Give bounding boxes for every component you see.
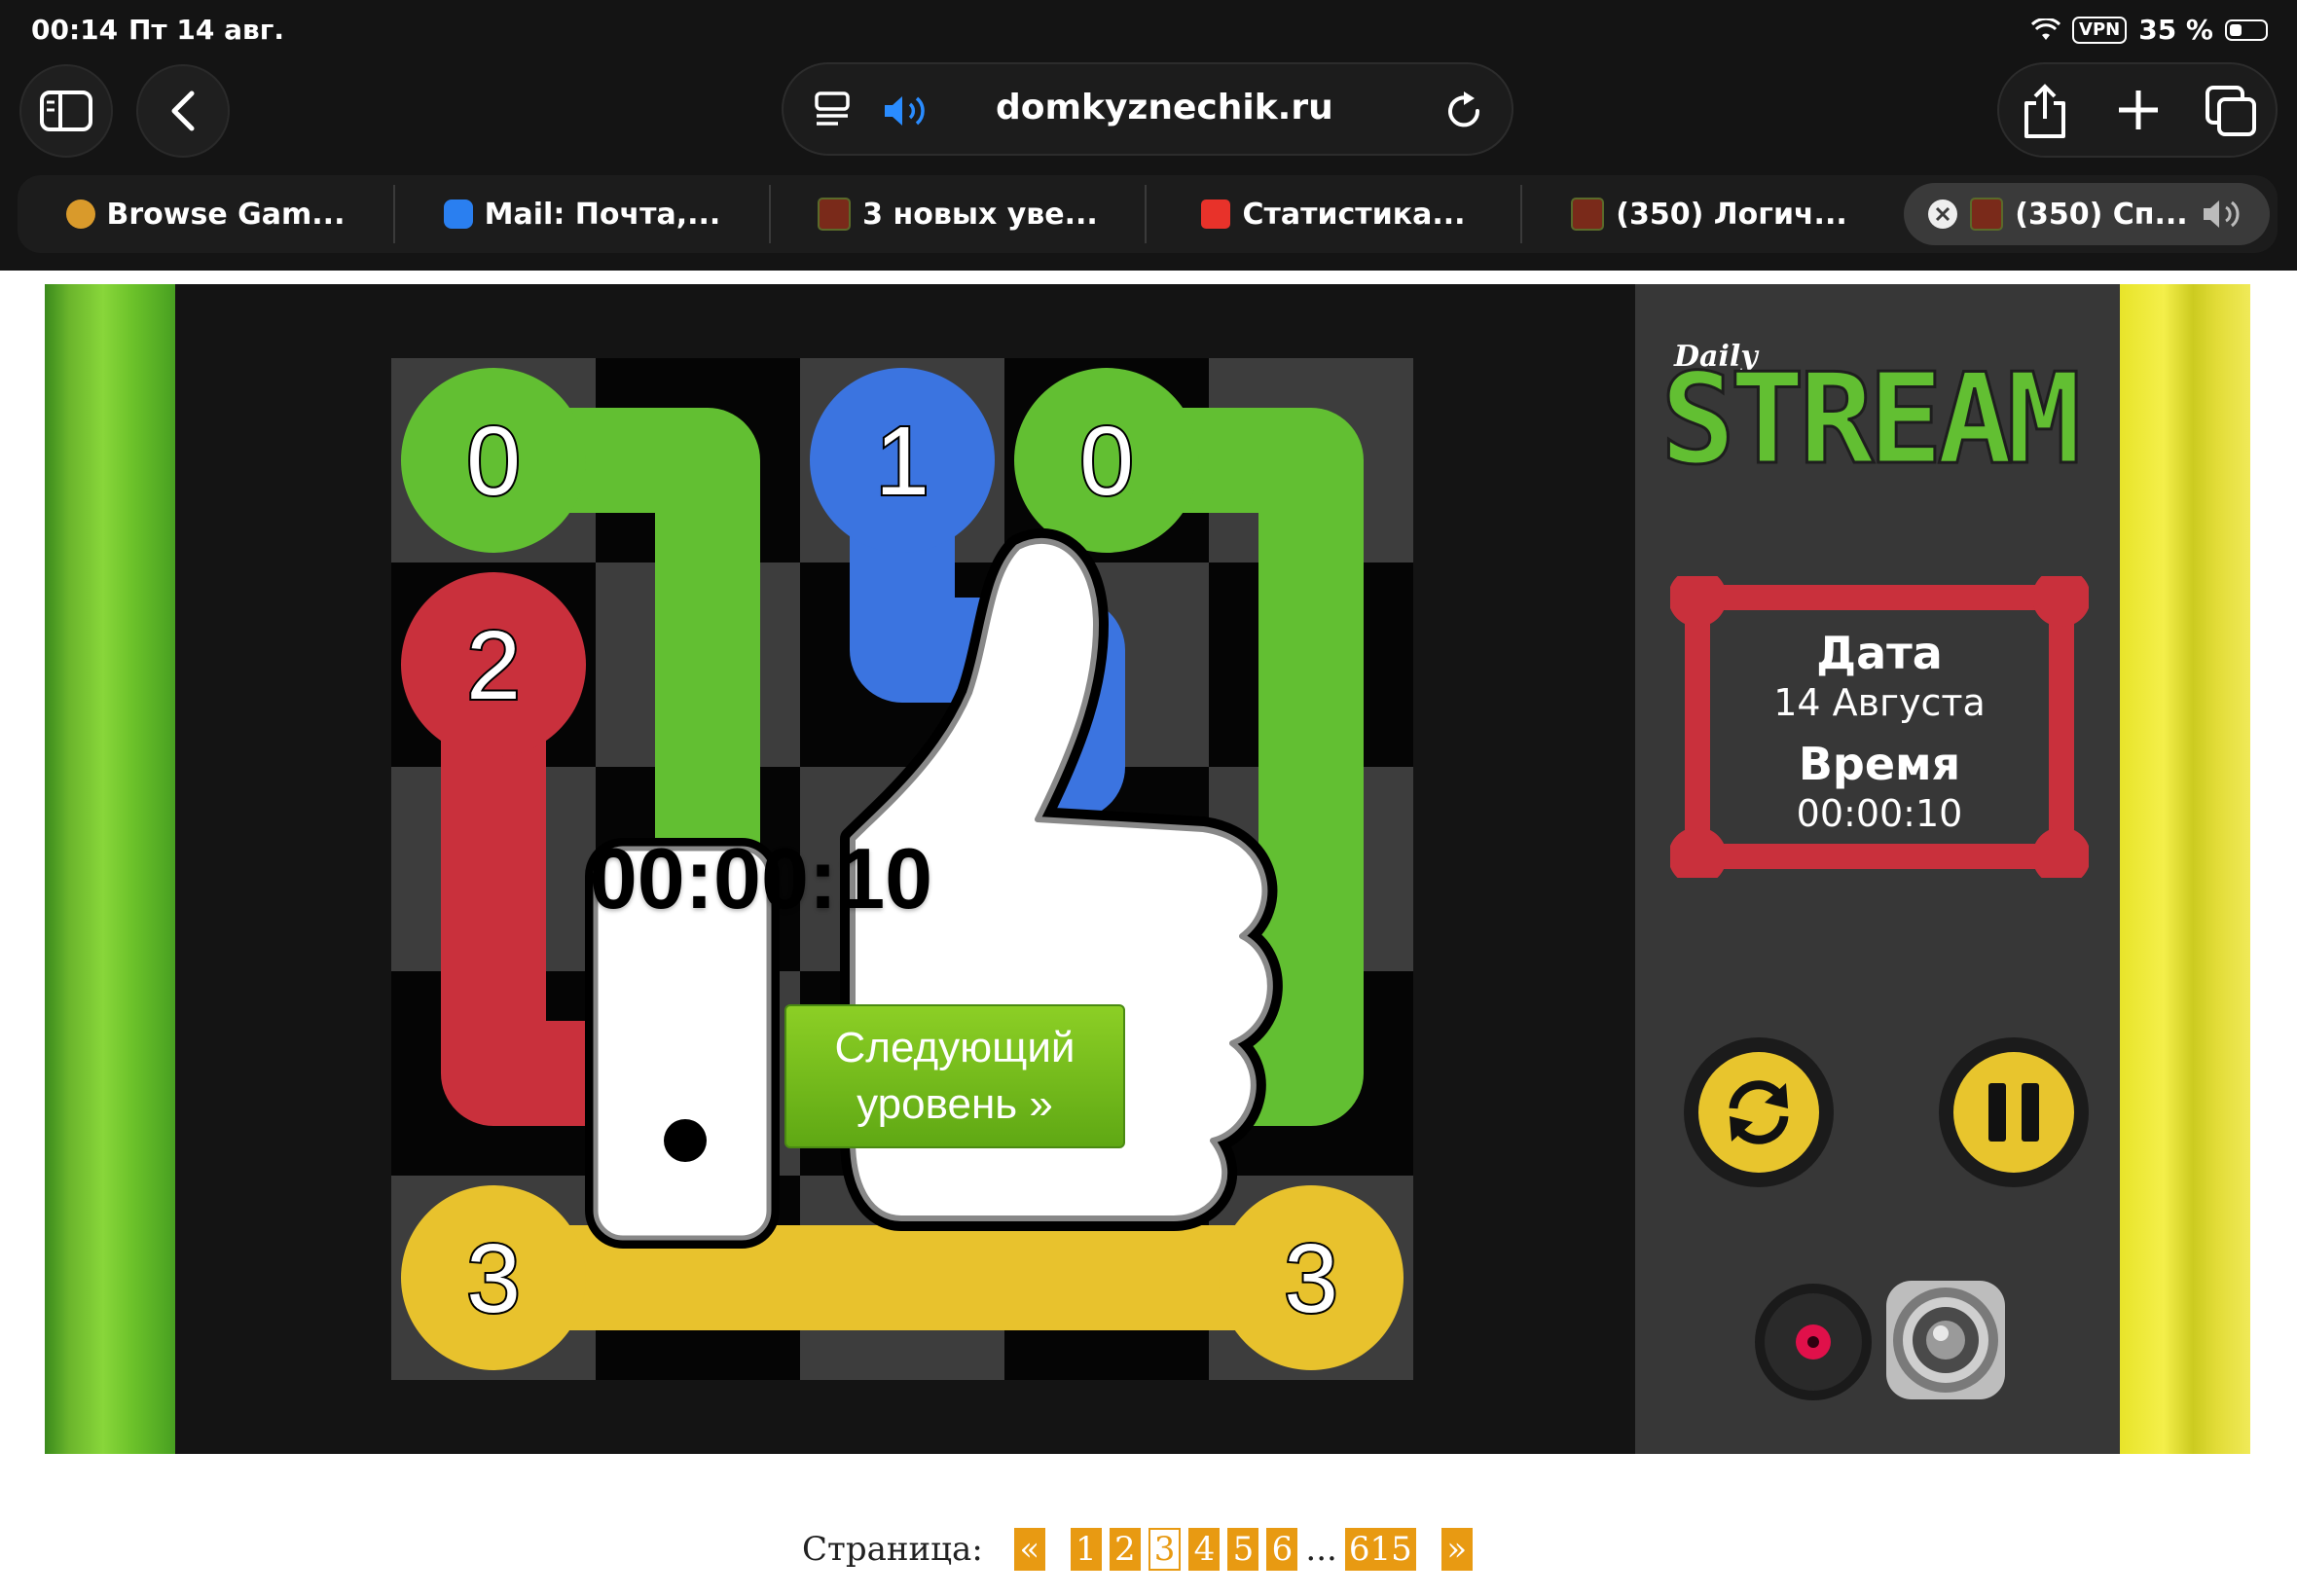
endpoint-label: 0 (466, 407, 521, 516)
reader-icon[interactable] (813, 90, 852, 128)
next-level-label-1: Следующий (834, 1024, 1076, 1071)
pagination-ellipsis: ... (1305, 1530, 1337, 1569)
page-link-5[interactable]: 5 (1227, 1528, 1259, 1571)
tab-favicon (65, 200, 95, 229)
tab-label: Mail: Почта,... (484, 197, 721, 232)
tab-label: Browse Gam... (106, 197, 346, 232)
tab-favicon (818, 198, 852, 231)
close-tab-icon[interactable] (1927, 199, 1958, 230)
endpoint-label: 2 (466, 611, 521, 720)
page-current-3: 3 (1148, 1528, 1182, 1571)
pagination-next[interactable]: » (1440, 1528, 1473, 1571)
date-label: Дата (1816, 627, 1943, 679)
page-link-6[interactable]: 6 (1266, 1528, 1298, 1571)
restart-button[interactable] (1684, 1037, 1834, 1187)
time-label: Время (1798, 738, 1961, 790)
battery-percent: 35 % (2138, 14, 2213, 46)
speaker-playing-icon[interactable] (881, 91, 931, 130)
tab-label: 3 новых уве... (862, 197, 1098, 232)
restart-button-face (1698, 1052, 1819, 1173)
logo-big-text: STREAM (1660, 347, 2076, 487)
tab-label: (350) Логич... (1616, 197, 1847, 232)
chevron-left-icon (171, 91, 195, 131)
page-link-last[interactable]: 615 (1344, 1528, 1416, 1571)
wifi-icon (2031, 18, 2061, 40)
tab-notifications[interactable]: 3 новых уве... (771, 175, 1145, 253)
tab-label: (350) Сп... (2015, 197, 2188, 232)
date-value: 14 Августа (1773, 681, 1986, 724)
browser-chrome: 00:14 Пт 14 авг. VPN 35 % domkyznechik.r… (0, 0, 2297, 271)
endpoint-label: 0 (1079, 407, 1134, 516)
status-time: 00:14 (31, 14, 119, 46)
battery-icon (2225, 18, 2268, 41)
tab-browse-games[interactable]: Browse Gam... (18, 175, 393, 253)
sidebar-icon (40, 91, 92, 131)
tab-logic-games[interactable]: (350) Логич... (1522, 175, 1896, 253)
tab-favicon (1571, 198, 1605, 231)
tab-bar: Browse Gam... Mail: Почта,... 3 новых ув… (18, 175, 2278, 253)
next-level-label-2: уровень » (857, 1080, 1053, 1128)
pause-button-face (1953, 1052, 2074, 1173)
mail-favicon (443, 200, 473, 229)
pause-button[interactable] (1939, 1037, 2089, 1187)
daily-stream-logo: Daily STREAM (1660, 340, 2084, 487)
tab-audio-icon[interactable] (2200, 197, 2246, 232)
time-value: 00:00:10 (1796, 792, 1963, 835)
share-icon[interactable] (2021, 84, 2069, 140)
tab-mail[interactable]: Mail: Почта,... (395, 175, 769, 253)
reload-icon[interactable] (1445, 90, 1484, 130)
toolbar-right-group (1997, 62, 2278, 158)
status-date: Пт 14 авг. (128, 14, 285, 46)
pagination: Страница: « 1 2 3 4 5 6 ... 615 » (802, 1526, 1473, 1573)
endpoint-label: 1 (875, 407, 930, 516)
music-toggle-icon[interactable] (1750, 1279, 1877, 1405)
endpoint-label: 3 (466, 1224, 521, 1333)
sound-speaker-icon[interactable] (1882, 1277, 2009, 1403)
new-tab-icon[interactable] (2116, 88, 2161, 132)
result-timer: 00:00:10 (589, 830, 933, 926)
vpn-badge: VPN (2072, 16, 2128, 44)
refresh-icon (1729, 1080, 1789, 1144)
pagination-label: Страница: (802, 1530, 983, 1569)
left-wall-decoration (45, 284, 175, 1454)
status-right: VPN 35 % (2031, 14, 2268, 46)
page-link-4[interactable]: 4 (1188, 1528, 1221, 1571)
tab-active-game[interactable]: (350) Сп... (1904, 183, 2270, 245)
page-link-1[interactable]: 1 (1070, 1528, 1102, 1571)
address-bar[interactable]: domkyznechik.ru (782, 62, 1513, 156)
pagination-prev[interactable]: « (1013, 1528, 1045, 1571)
tabs-overview-icon[interactable] (2204, 84, 2258, 138)
tab-label: Статистика... (1242, 197, 1466, 232)
tab-favicon (1201, 200, 1231, 229)
right-wall-decoration (2120, 284, 2250, 1454)
tab-statistics[interactable]: Статистика... (1147, 175, 1520, 253)
next-level-button[interactable]: Следующий уровень » (784, 1004, 1125, 1148)
url-text: domkyznechik.ru (996, 88, 1333, 127)
page-link-2[interactable]: 2 (1109, 1528, 1141, 1571)
game-frame: 0 1 0 2 3 3 00:00:10 Следующий уровень »… (45, 284, 2250, 1454)
sidebar-toggle-button[interactable] (19, 64, 113, 158)
tab-favicon (1970, 198, 2004, 231)
back-button[interactable] (136, 64, 230, 158)
pause-icon (1988, 1083, 2039, 1142)
